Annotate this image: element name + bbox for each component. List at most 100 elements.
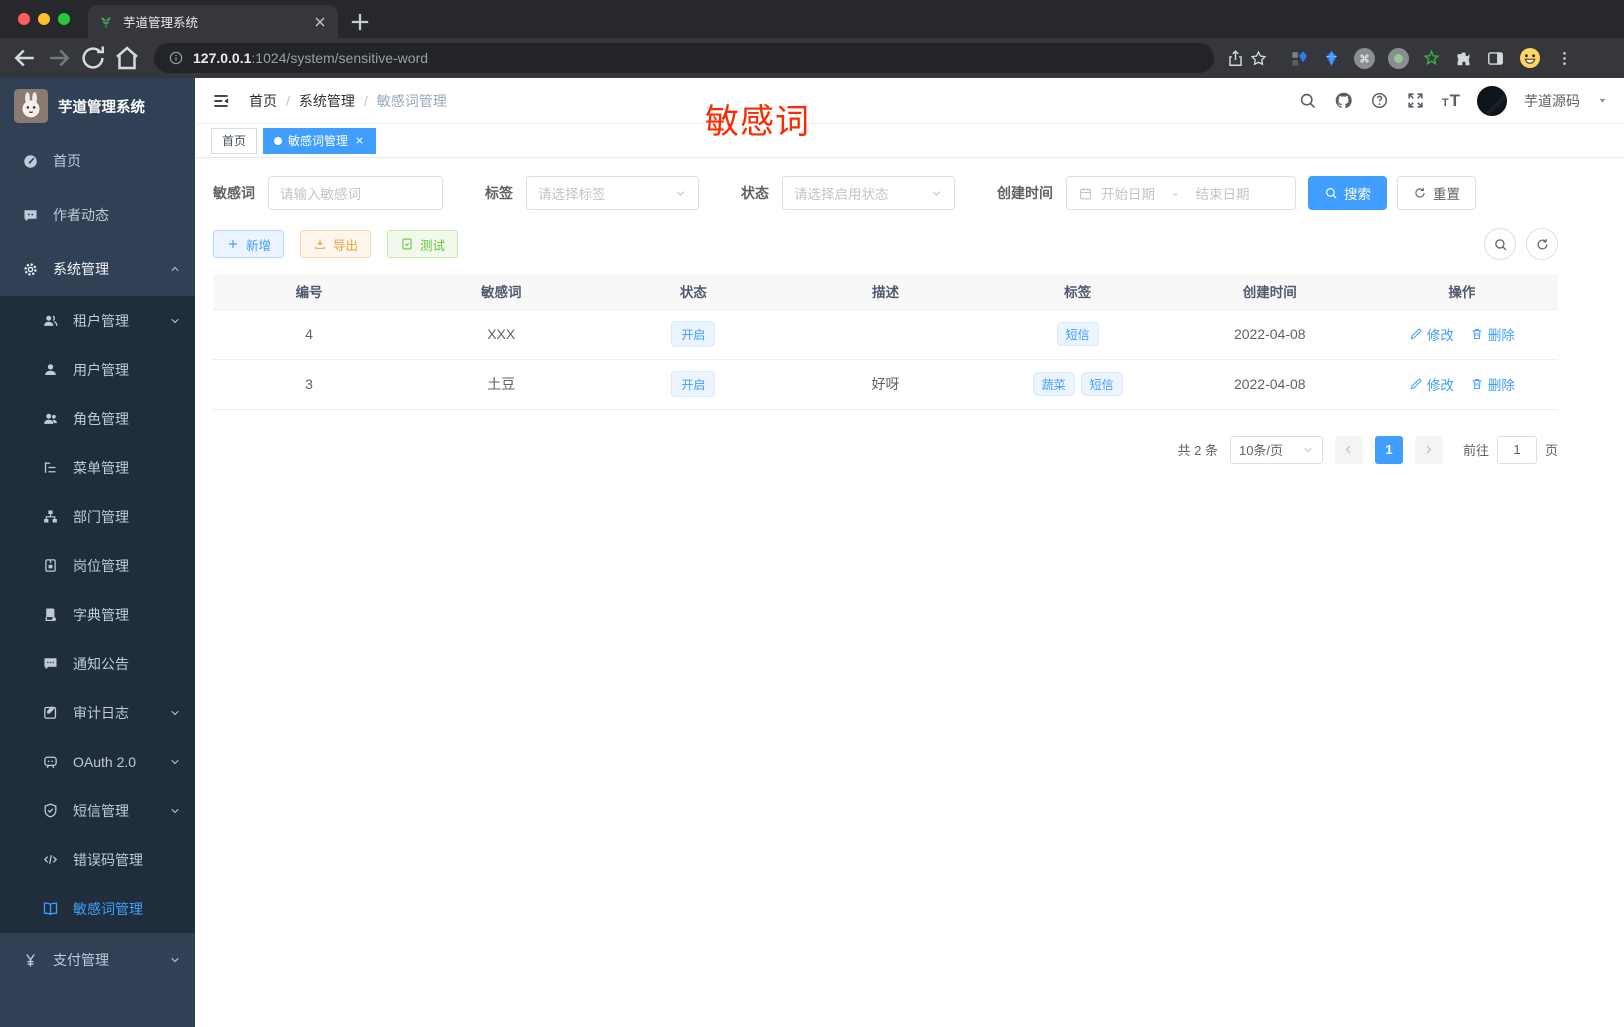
chevron-down-icon [930, 187, 943, 200]
tag-select[interactable]: 请选择标签 [526, 176, 699, 210]
page-content: 敏感词 请输入敏感词 标签 请选择标签 状态 请选择启用状态 创建时间 开始日期… [195, 158, 1624, 1027]
oauth-icon [42, 753, 59, 770]
tag-close-icon[interactable] [354, 135, 365, 146]
prev-page-button[interactable] [1334, 435, 1363, 464]
sidebar-item-user[interactable]: 用户管理 [0, 345, 195, 394]
forward-button[interactable] [44, 43, 74, 73]
fullscreen-icon[interactable] [1406, 91, 1425, 110]
audit-icon [42, 704, 59, 721]
status-tag: 开启 [671, 321, 716, 347]
active-dot [274, 136, 283, 145]
hamburger-icon[interactable] [211, 91, 231, 111]
sidebar-item-tenant[interactable]: 租户管理 [0, 296, 195, 345]
column-header: 描述 [789, 274, 982, 309]
extension-record-icon[interactable] [1388, 47, 1409, 69]
app-logo: 芋道管理系统 [0, 78, 195, 134]
reload-button[interactable] [78, 43, 108, 73]
label-tag: 短信 [1056, 322, 1099, 346]
column-header: 状态 [597, 274, 790, 309]
total-count: 共 2 条 [1177, 443, 1218, 458]
date-range-picker[interactable]: 开始日期 - 结束日期 [1066, 176, 1296, 210]
sidebar-item-sensitive[interactable]: 敏感词管理 [0, 884, 195, 933]
sidebar-menu: 首页 作者动态 系统管理 租户管理 用户管理 角色管理 菜单管理 部门管理 岗位管理 字典管理 通知… [0, 134, 195, 987]
search-button[interactable]: 搜索 [1308, 176, 1387, 210]
delete-button[interactable]: 删除 [1470, 324, 1515, 344]
table-toolbar: 新增 导出 测试 [213, 228, 1558, 260]
site-info-icon[interactable] [168, 50, 184, 66]
current-page[interactable]: 1 [1374, 435, 1403, 464]
home-button[interactable] [112, 43, 142, 73]
sidebar-item-author[interactable]: 作者动态 [0, 188, 195, 242]
sidebar-item-home[interactable]: 首页 [0, 134, 195, 188]
export-button[interactable]: 导出 [300, 230, 372, 258]
chat-icon [22, 207, 39, 224]
profile-avatar[interactable] [1518, 46, 1542, 70]
tab-close-icon[interactable] [312, 14, 328, 30]
pagination: 共 2 条 10条/页 1 前往 页 [213, 435, 1558, 464]
next-page-button[interactable] [1414, 435, 1443, 464]
sidebar-item-errorcode[interactable]: 错误码管理 [0, 835, 195, 884]
add-button[interactable]: 新增 [213, 230, 285, 258]
user-name[interactable]: 芋道源码 [1524, 91, 1580, 111]
sidebar-item-audit[interactable]: 审计日志 [0, 688, 195, 737]
tags-view-tag[interactable]: 首页 [211, 127, 258, 154]
delete-button[interactable]: 删除 [1470, 374, 1515, 394]
sidebar-item-dict[interactable]: 字典管理 [0, 590, 195, 639]
window-minimize-button[interactable] [38, 13, 50, 25]
browser-tab[interactable]: 芋道管理系统 [88, 5, 338, 38]
window-zoom-button[interactable] [58, 13, 70, 25]
extension-tabs-icon[interactable] [1290, 49, 1309, 68]
code-icon [42, 851, 59, 868]
page-size-select[interactable]: 10条/页 [1229, 435, 1323, 464]
sidebar-item-pay[interactable]: 支付管理 [0, 933, 195, 987]
sidebar-item-dept[interactable]: 部门管理 [0, 492, 195, 541]
extension-green-star-icon[interactable] [1422, 49, 1441, 68]
bookmark-star-icon[interactable] [1249, 49, 1268, 68]
window-close-button[interactable] [18, 13, 30, 25]
edit-button[interactable]: 修改 [1409, 374, 1454, 394]
extensions-puzzle-icon[interactable] [1454, 49, 1473, 68]
sidebar-item-post[interactable]: 岗位管理 [0, 541, 195, 590]
sidebar-item-oauth[interactable]: OAuth 2.0 [0, 737, 195, 786]
tags-view-tag[interactable]: 敏感词管理 [263, 127, 377, 154]
chevron-down-icon [1302, 444, 1314, 456]
search-icon[interactable] [1298, 91, 1317, 110]
back-button[interactable] [10, 43, 40, 73]
github-icon[interactable] [1334, 91, 1353, 110]
sidebar-item-sms[interactable]: 短信管理 [0, 786, 195, 835]
sidebar-item-role[interactable]: 角色管理 [0, 394, 195, 443]
favicon-leaf-icon [98, 14, 114, 30]
keyword-input[interactable]: 请输入敏感词 [268, 176, 443, 210]
toggle-search-button[interactable] [1484, 228, 1516, 260]
yen-icon [22, 952, 39, 969]
goto-page-input[interactable] [1496, 435, 1537, 464]
column-header: 标签 [981, 274, 1174, 309]
help-icon[interactable] [1370, 91, 1389, 110]
caret-down-icon[interactable] [1597, 95, 1608, 106]
sidebar-item-notice[interactable]: 通知公告 [0, 639, 195, 688]
refresh-table-button[interactable] [1526, 228, 1558, 260]
extension-gem-icon[interactable] [1322, 49, 1341, 68]
cell-description [789, 308, 982, 360]
dashboard-icon [22, 153, 39, 170]
sidebar-item-system[interactable]: 系统管理 [0, 242, 195, 296]
font-size-icon[interactable]: TT [1442, 92, 1460, 109]
split-view-icon[interactable] [1486, 49, 1505, 68]
new-tab-button[interactable] [346, 8, 374, 36]
breadcrumb-home[interactable]: 首页 [249, 91, 277, 111]
url-text: 127.0.0.1:1024/system/sensitive-word [193, 50, 429, 66]
document-check-icon [400, 237, 414, 251]
column-header: 编号 [213, 274, 406, 309]
status-select[interactable]: 请选择启用状态 [782, 176, 955, 210]
user-avatar[interactable] [1477, 85, 1507, 116]
reset-button[interactable]: 重置 [1397, 176, 1476, 210]
edit-button[interactable]: 修改 [1409, 324, 1454, 344]
browser-menu-icon[interactable] [1555, 49, 1574, 68]
logo-rabbit-image [14, 89, 48, 123]
test-button[interactable]: 测试 [387, 230, 459, 258]
breadcrumb-system[interactable]: 系统管理 [299, 91, 355, 111]
sidebar-item-menu[interactable]: 菜单管理 [0, 443, 195, 492]
extension-command-icon[interactable] [1354, 47, 1375, 69]
share-icon[interactable] [1226, 49, 1245, 68]
address-bar[interactable]: 127.0.0.1:1024/system/sensitive-word [154, 43, 1214, 73]
